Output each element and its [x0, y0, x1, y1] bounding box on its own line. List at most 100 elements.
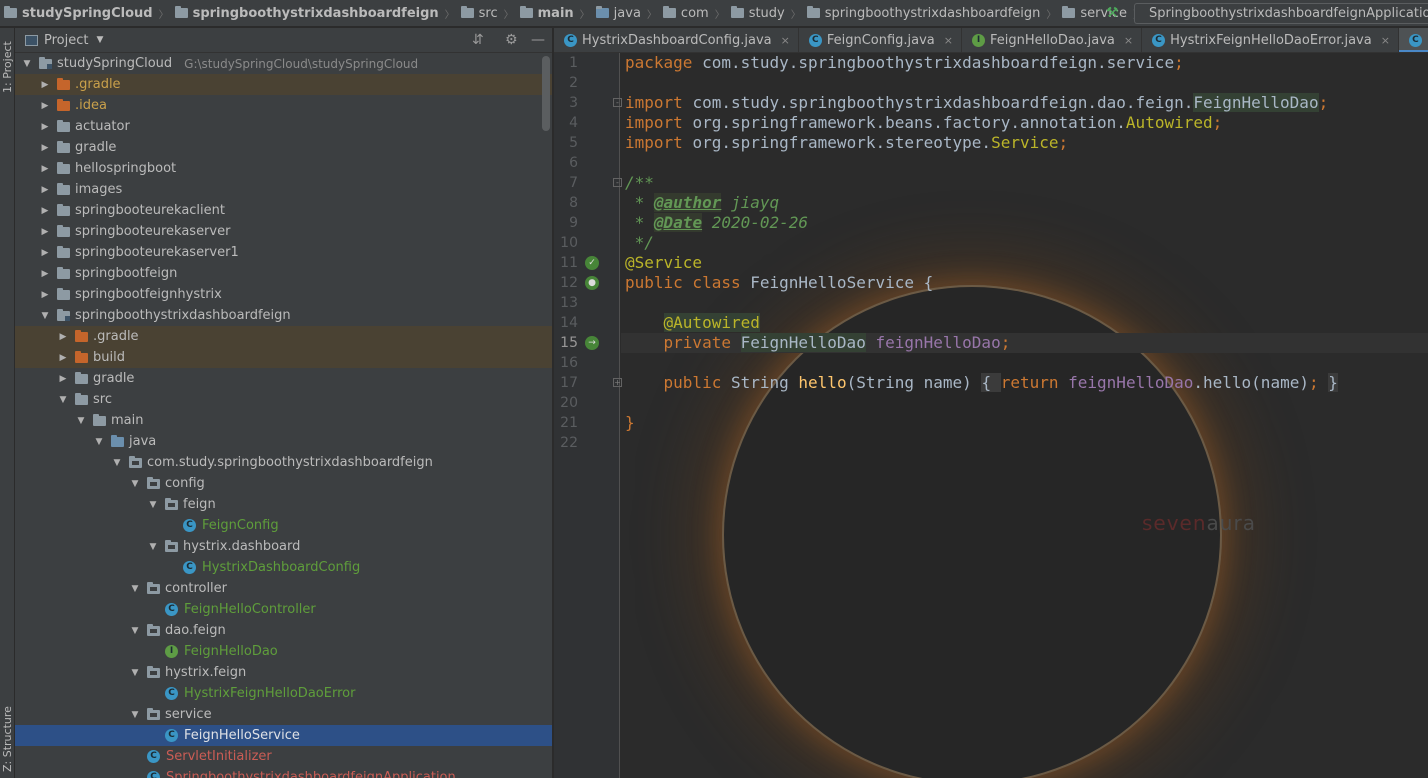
run-configuration-selector[interactable]: SpringboothystrixdashboardfeignApplicati…: [1134, 3, 1428, 24]
tree-item[interactable]: ▶ springbootfeignhystrix: [15, 284, 552, 305]
tree-item[interactable]: ▶ hellospringboot: [15, 158, 552, 179]
breadcrumb-item[interactable]: java 〉: [592, 0, 659, 26]
tree-item[interactable]: ▼ studySpringCloud G:\studySpringCloud\stu…: [15, 53, 552, 74]
code-line[interactable]: * @Date 2020-02-26: [625, 213, 808, 233]
tree-item[interactable]: ▶CServletInitializer: [15, 746, 552, 767]
collapsed-arrow-icon[interactable]: ▶: [39, 80, 51, 90]
view-dropdown-icon[interactable]: ▼: [96, 35, 103, 45]
tree-item[interactable]: ▼ springboothystrixdashboardfeign: [15, 305, 552, 326]
collapsed-arrow-icon[interactable]: ▶: [39, 185, 51, 195]
fold-method-icon[interactable]: +: [613, 378, 622, 387]
collapsed-arrow-icon[interactable]: ▶: [39, 248, 51, 258]
project-tool-tab[interactable]: 1: Project: [0, 32, 15, 102]
tree-item[interactable]: ▼ feign: [15, 494, 552, 515]
tree-item[interactable]: ▼ hystrix.feign: [15, 662, 552, 683]
expanded-arrow-icon[interactable]: ▼: [129, 479, 141, 489]
tree-item[interactable]: ▼ src: [15, 389, 552, 410]
collapse-all-icon[interactable]: ⇵: [472, 32, 484, 48]
code-line[interactable]: public class FeignHelloService {: [625, 273, 933, 293]
editor-tab[interactable]: C FeignConfig.java ×: [799, 28, 962, 52]
editor-tab[interactable]: C HystrixFeignHelloDaoError.java ×: [1142, 28, 1399, 52]
code-line[interactable]: import org.springframework.beans.factory…: [625, 113, 1222, 133]
collapsed-arrow-icon[interactable]: ▶: [39, 101, 51, 111]
close-tab-icon[interactable]: ×: [1381, 34, 1390, 47]
tree-item[interactable]: ▶ .idea: [15, 95, 552, 116]
hide-panel-icon[interactable]: —: [531, 32, 545, 48]
tree-item[interactable]: ▼ config: [15, 473, 552, 494]
expanded-arrow-icon[interactable]: ▼: [129, 626, 141, 636]
tree-item[interactable]: ▼ main: [15, 410, 552, 431]
expanded-arrow-icon[interactable]: ▼: [111, 458, 123, 468]
tree-item[interactable]: ▶ .gradle: [15, 74, 552, 95]
expanded-arrow-icon[interactable]: ▼: [75, 416, 87, 426]
tree-item[interactable]: ▶ gradle: [15, 368, 552, 389]
tree-item[interactable]: ▶CHystrixDashboardConfig: [15, 557, 552, 578]
structure-tool-tab[interactable]: Z: Structure: [0, 700, 15, 778]
close-tab-icon[interactable]: ×: [944, 34, 953, 47]
code-line[interactable]: }: [625, 413, 635, 433]
breadcrumb-item[interactable]: springboothystrixdashboardfeign 〉: [803, 0, 1059, 26]
tree-item[interactable]: ▼ com.study.springboothystrixdashboardfei…: [15, 452, 552, 473]
collapsed-arrow-icon[interactable]: ▶: [57, 374, 69, 384]
tree-item[interactable]: ▶CFeignHelloService: [15, 725, 552, 746]
code-line[interactable]: */: [625, 233, 654, 253]
code-line[interactable]: * @author jiayq: [625, 193, 779, 213]
code-line[interactable]: public String hello(String name) { retur…: [625, 373, 1338, 393]
editor-tab[interactable]: C HystrixDashboardConfig.java ×: [554, 28, 799, 52]
breadcrumb-item[interactable]: springboothystrixdashboardfeign 〉: [171, 0, 457, 26]
breadcrumb-item[interactable]: com 〉: [659, 0, 727, 26]
tree-item[interactable]: ▶CHystrixFeignHelloDaoError: [15, 683, 552, 704]
expanded-arrow-icon[interactable]: ▼: [147, 500, 159, 510]
code-line[interactable]: import com.study.springboothystrixdashbo…: [625, 93, 1328, 113]
tree-item[interactable]: ▶ actuator: [15, 116, 552, 137]
code-editor[interactable]: sevenaura 1 2 3 4 5 6 7 8 9 10 11 12 13 14 15 16 17 20 21 2…: [554, 53, 1428, 778]
breadcrumb-item[interactable]: study 〉: [727, 0, 803, 26]
tree-item[interactable]: ▶IFeignHelloDao: [15, 641, 552, 662]
project-panel-title[interactable]: Project: [44, 33, 88, 48]
expanded-arrow-icon[interactable]: ▼: [129, 668, 141, 678]
tree-item[interactable]: ▼ service: [15, 704, 552, 725]
expanded-arrow-icon[interactable]: ▼: [21, 59, 33, 69]
expanded-arrow-icon[interactable]: ▼: [57, 395, 69, 405]
autowired-navigate-icon[interactable]: →: [585, 336, 599, 350]
tree-item[interactable]: ▶ build: [15, 347, 552, 368]
tree-item[interactable]: ▶ springbooteurekaserver: [15, 221, 552, 242]
expanded-arrow-icon[interactable]: ▼: [93, 437, 105, 447]
tree-item[interactable]: ▶ images: [15, 179, 552, 200]
build-hammer-icon[interactable]: ⚒: [1106, 5, 1122, 21]
collapsed-arrow-icon[interactable]: ▶: [57, 353, 69, 363]
tree-item[interactable]: ▼ hystrix.dashboard: [15, 536, 552, 557]
editor-tab[interactable]: CFeignHelloServic: [1398, 28, 1428, 52]
close-tab-icon[interactable]: ×: [1124, 34, 1133, 47]
expanded-arrow-icon[interactable]: ▼: [147, 542, 159, 552]
breadcrumb-item[interactable]: service〉: [1058, 0, 1145, 26]
editor-tab[interactable]: I FeignHelloDao.java ×: [962, 28, 1143, 52]
tree-item[interactable]: ▼ controller: [15, 578, 552, 599]
tree-item[interactable]: ▶CSpringboothystrixdashboardfeignApplica…: [15, 767, 552, 778]
close-tab-icon[interactable]: ×: [781, 34, 790, 47]
bean-icon[interactable]: ✓: [585, 256, 599, 270]
collapsed-arrow-icon[interactable]: ▶: [39, 227, 51, 237]
gear-icon[interactable]: ⚙: [505, 32, 518, 48]
collapsed-arrow-icon[interactable]: ▶: [39, 122, 51, 132]
collapsed-arrow-icon[interactable]: ▶: [39, 206, 51, 216]
tree-item[interactable]: ▶ springbootfeign: [15, 263, 552, 284]
code-line[interactable]: @Service: [625, 253, 702, 273]
tree-item[interactable]: ▶ gradle: [15, 137, 552, 158]
collapsed-arrow-icon[interactable]: ▶: [39, 290, 51, 300]
code-line[interactable]: import org.springframework.stereotype.Se…: [625, 133, 1068, 153]
expanded-arrow-icon[interactable]: ▼: [39, 311, 51, 321]
code-line[interactable]: /**: [625, 173, 654, 193]
tree-item[interactable]: ▼ dao.feign: [15, 620, 552, 641]
tree-item[interactable]: ▶ springbooteurekaclient: [15, 200, 552, 221]
code-line[interactable]: private FeignHelloDao feignHelloDao;: [625, 333, 1010, 353]
collapsed-arrow-icon[interactable]: ▶: [39, 269, 51, 279]
breadcrumb-item[interactable]: main 〉: [516, 0, 592, 26]
code-line[interactable]: @Autowired: [625, 313, 760, 333]
tree-item[interactable]: ▶CFeignHelloController: [15, 599, 552, 620]
collapsed-arrow-icon[interactable]: ▶: [57, 332, 69, 342]
collapsed-arrow-icon[interactable]: ▶: [39, 143, 51, 153]
line-number-gutter[interactable]: 1 2 3 4 5 6 7 8 9 10 11 12 13 14 15 16 17 20 21 22 ✓ ● → - - +: [554, 53, 622, 778]
code-line[interactable]: package com.study.springboothystrixdashb…: [625, 53, 1184, 73]
bean-class-icon[interactable]: ●: [585, 276, 599, 290]
